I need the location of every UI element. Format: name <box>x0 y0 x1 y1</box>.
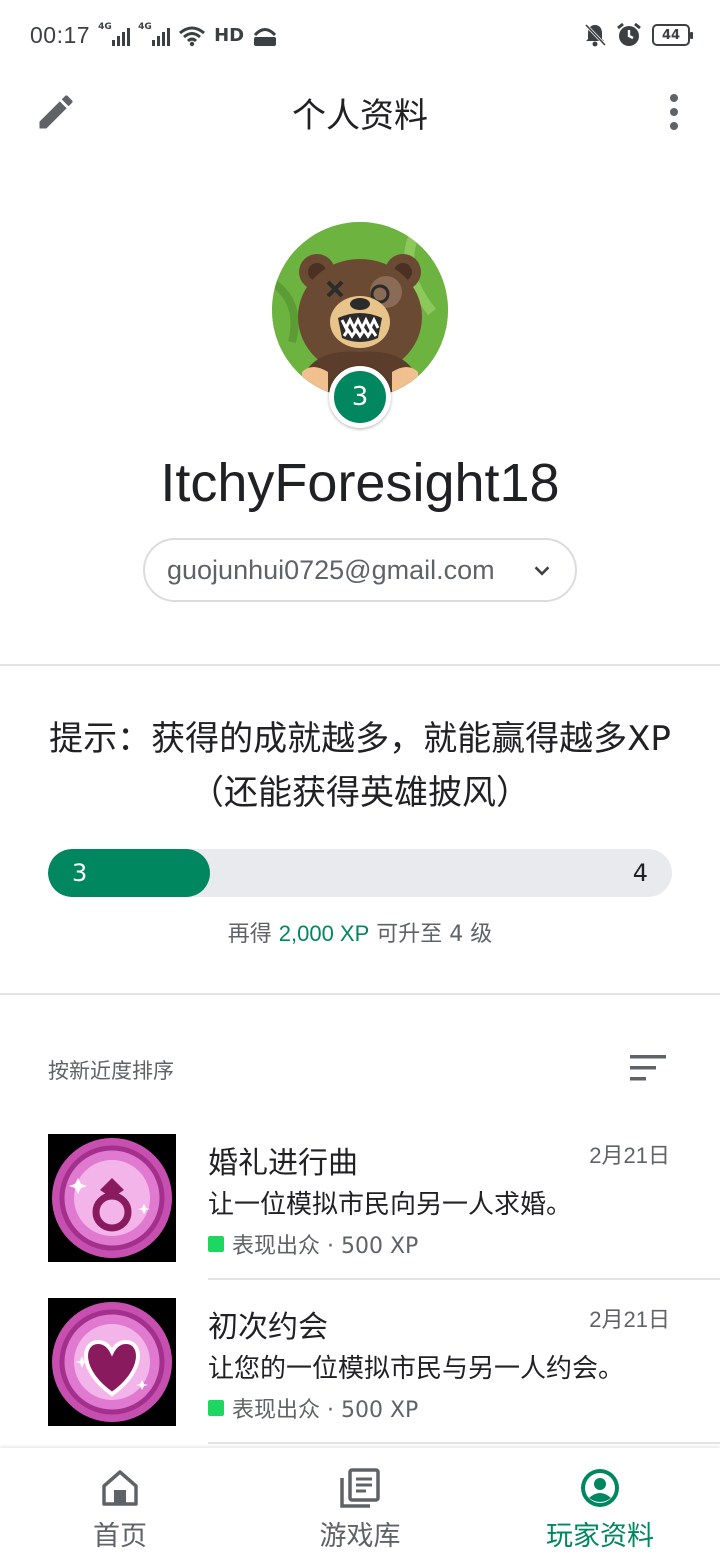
next-level: 4 <box>632 859 648 887</box>
achievement-meta: 表现出众 · 500 XP <box>208 1228 418 1260</box>
library-icon <box>340 1468 380 1508</box>
rarity-indicator <box>208 1400 224 1416</box>
sort-label: 按新近度排序 <box>48 1059 174 1083</box>
nav-library-label: 游戏库 <box>319 1521 401 1552</box>
divider <box>0 993 720 995</box>
achievement-description: 让您的一位模拟市民与另一人约会。 <box>208 1354 625 1384</box>
current-level: 3 <box>72 859 88 887</box>
page-title: 个人资料 <box>292 96 428 136</box>
signal-icon-2: 4G <box>138 22 171 46</box>
nav-profile-label: 玩家资料 <box>546 1521 654 1552</box>
achievement-image <box>48 1134 176 1262</box>
username: ItchyForesight18 <box>160 453 560 513</box>
divider <box>208 1278 720 1280</box>
level-progress-bar: 3 4 <box>48 849 672 897</box>
achievement-title: 初次约会 <box>208 1310 328 1345</box>
profile-icon <box>581 1469 619 1507</box>
home-icon <box>102 1470 138 1506</box>
rarity-indicator <box>208 1236 224 1252</box>
battery-indicator: 44 <box>652 24 693 46</box>
alarm-icon <box>617 22 641 46</box>
nav-home[interactable]: 首页 <box>0 1448 240 1560</box>
achievement-item[interactable]: 婚礼进行曲 2月21日 让一位模拟市民向另一人求婚。 表现出众 · 500 XP <box>48 1134 720 1298</box>
divider <box>0 664 720 666</box>
status-bar: 00:17 4G 4G HD 44 <box>0 0 720 72</box>
status-time: 00:17 <box>30 22 91 48</box>
chevron-down-icon <box>534 566 550 576</box>
divider <box>208 1442 720 1444</box>
account-email: guojunhui0725@gmail.com <box>167 554 495 585</box>
achievement-item[interactable]: 初次约会 2月21日 让您的一位模拟市民与另一人约会。 表现出众 · 500 X… <box>48 1298 720 1462</box>
mute-bell-icon <box>584 23 606 47</box>
ring-badge-icon <box>48 1134 176 1262</box>
more-options-button[interactable] <box>652 90 696 134</box>
sort-button[interactable] <box>628 1052 668 1084</box>
wifi-icon <box>179 26 206 46</box>
hd-indicator: HD <box>214 25 245 46</box>
vpn-icon <box>253 27 277 46</box>
level-badge: 3 <box>329 366 391 428</box>
heart-badge-icon <box>48 1298 176 1426</box>
nav-library[interactable]: 游戏库 <box>240 1448 480 1560</box>
nav-home-label: 首页 <box>93 1521 147 1552</box>
progress-caption: 再得 2,000 XP 可升至 4 级 <box>227 921 493 947</box>
bottom-navigation: 首页 游戏库 玩家资料 <box>0 1448 720 1560</box>
xp-needed: 2,000 XP <box>278 921 370 946</box>
more-vert-icon <box>670 94 678 102</box>
achievement-date: 2月21日 <box>589 1307 670 1332</box>
account-switcher[interactable]: guojunhui0725@gmail.com <box>143 538 577 602</box>
achievement-meta: 表现出众 · 500 XP <box>208 1392 418 1424</box>
avatar-container[interactable]: 3 <box>272 222 448 428</box>
nav-profile[interactable]: 玩家资料 <box>480 1448 720 1560</box>
signal-icon: 4G <box>98 22 131 46</box>
xp-tip: 提示：获得的成就越多，就能赢得越多XP（还能获得英雄披风） <box>49 719 671 813</box>
achievement-title: 婚礼进行曲 <box>208 1146 358 1181</box>
achievement-description: 让一位模拟市民向另一人求婚。 <box>208 1190 573 1220</box>
app-bar: 个人资料 <box>0 72 720 152</box>
achievement-date: 2月21日 <box>589 1143 670 1168</box>
sort-icon <box>630 1055 666 1081</box>
achievement-image <box>48 1298 176 1426</box>
